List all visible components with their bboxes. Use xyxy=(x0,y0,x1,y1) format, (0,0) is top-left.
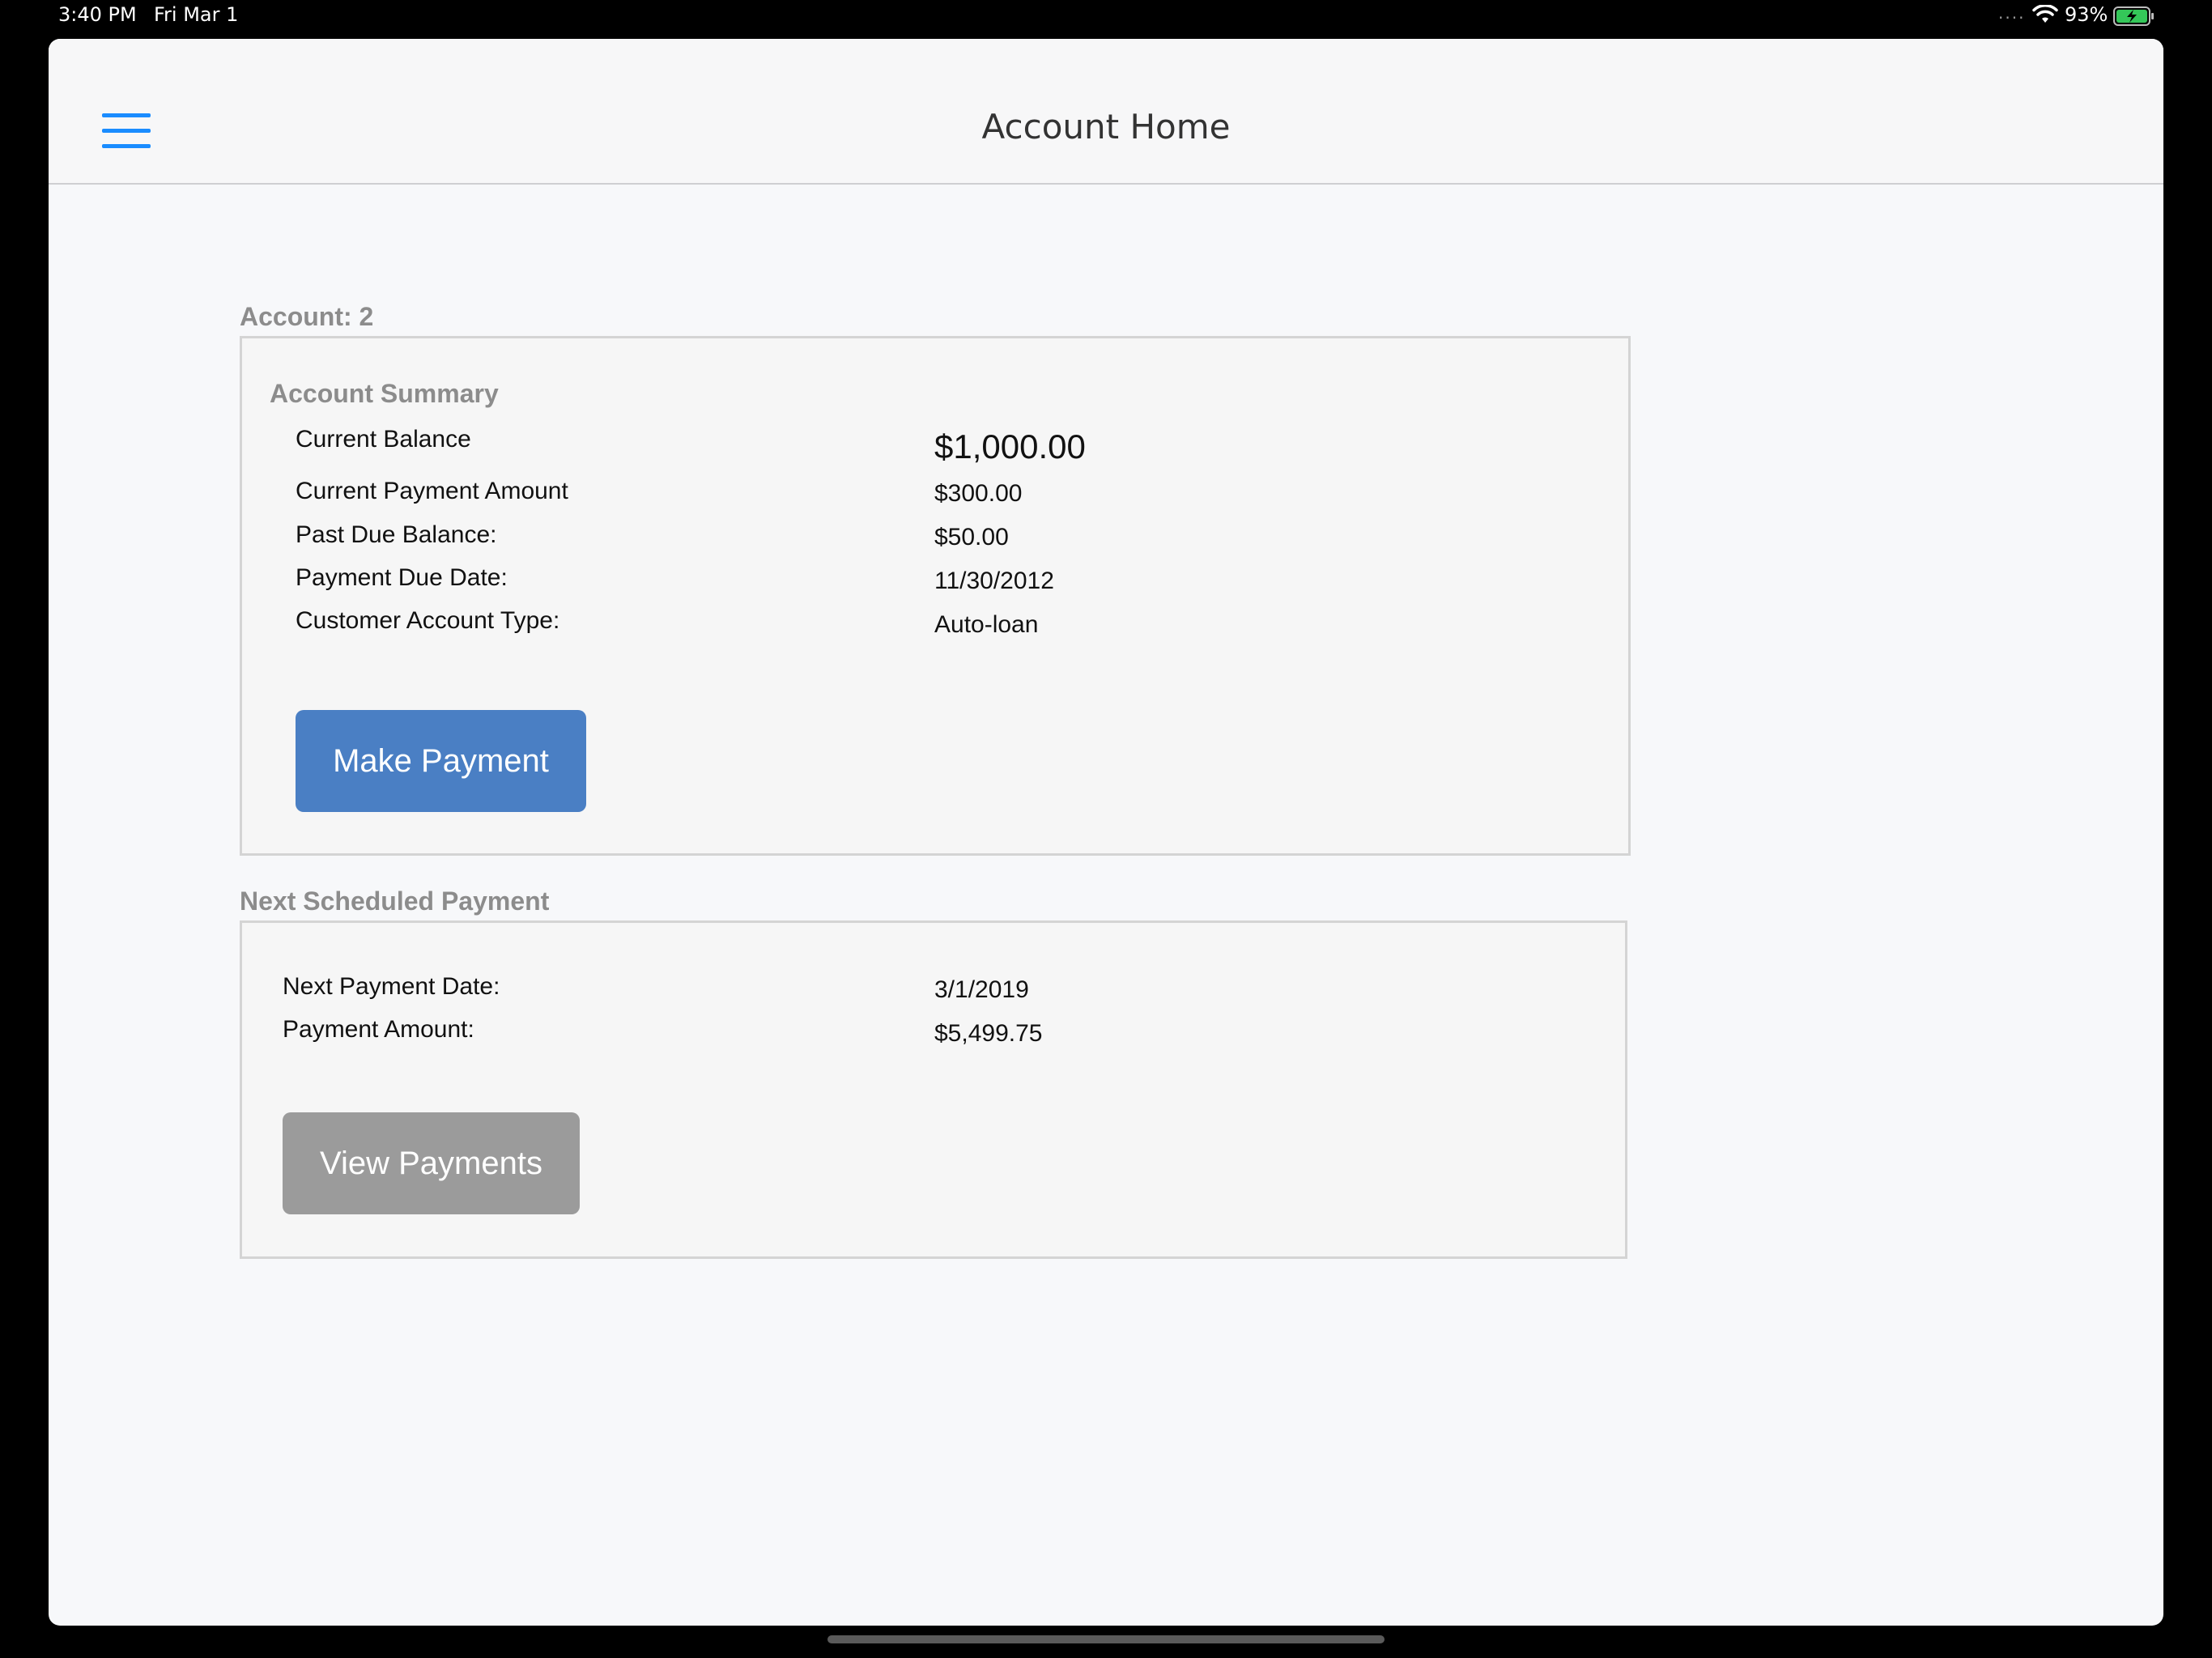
current-balance-label: Current Balance xyxy=(296,426,471,453)
make-payment-button[interactable]: Make Payment xyxy=(296,710,586,812)
next-payment-date-value: 3/1/2019 xyxy=(934,976,1029,1003)
account-summary-panel: Account Summary Current Balance $1,000.0… xyxy=(240,336,1631,856)
wifi-icon xyxy=(2032,5,2058,23)
multitasking-dots: .... xyxy=(1998,3,2026,23)
payment-amount-value: $5,499.75 xyxy=(934,1020,1043,1047)
status-time: 3:40 PM xyxy=(58,3,137,26)
customer-account-type-value: Auto-loan xyxy=(934,611,1039,638)
customer-account-type-label: Customer Account Type: xyxy=(296,607,560,634)
next-scheduled-payment-label: Next Scheduled Payment xyxy=(240,886,550,916)
battery-percent: 93% xyxy=(2065,3,2108,26)
page-title: Account Home xyxy=(981,107,1231,147)
navigation-bar: Account Home xyxy=(49,39,2163,185)
status-date: Fri Mar 1 xyxy=(154,3,239,26)
account-summary-title: Account Summary xyxy=(270,379,499,408)
past-due-balance-label: Past Due Balance: xyxy=(296,521,497,548)
battery-charging-icon xyxy=(2113,6,2154,26)
account-label: Account: 2 xyxy=(240,302,374,331)
current-payment-amount-label: Current Payment Amount xyxy=(296,478,568,504)
payment-due-date-value: 11/30/2012 xyxy=(934,568,1054,594)
next-payment-date-label: Next Payment Date: xyxy=(283,973,500,1000)
current-payment-amount-value: $300.00 xyxy=(934,480,1023,507)
app-window: Account Home Account: 2 Account Summary … xyxy=(49,39,2163,1626)
payment-due-date-label: Payment Due Date: xyxy=(296,564,508,591)
status-bar: 3:40 PM Fri Mar 1 .... 93% xyxy=(0,0,2212,37)
view-payments-button[interactable]: View Payments xyxy=(283,1112,580,1214)
past-due-balance-value: $50.00 xyxy=(934,524,1009,551)
current-balance-value: $1,000.00 xyxy=(934,427,1086,466)
next-scheduled-payment-panel: Next Payment Date: 3/1/2019 Payment Amou… xyxy=(240,920,1627,1259)
home-indicator[interactable] xyxy=(827,1635,1385,1643)
payment-amount-label: Payment Amount: xyxy=(283,1016,474,1043)
